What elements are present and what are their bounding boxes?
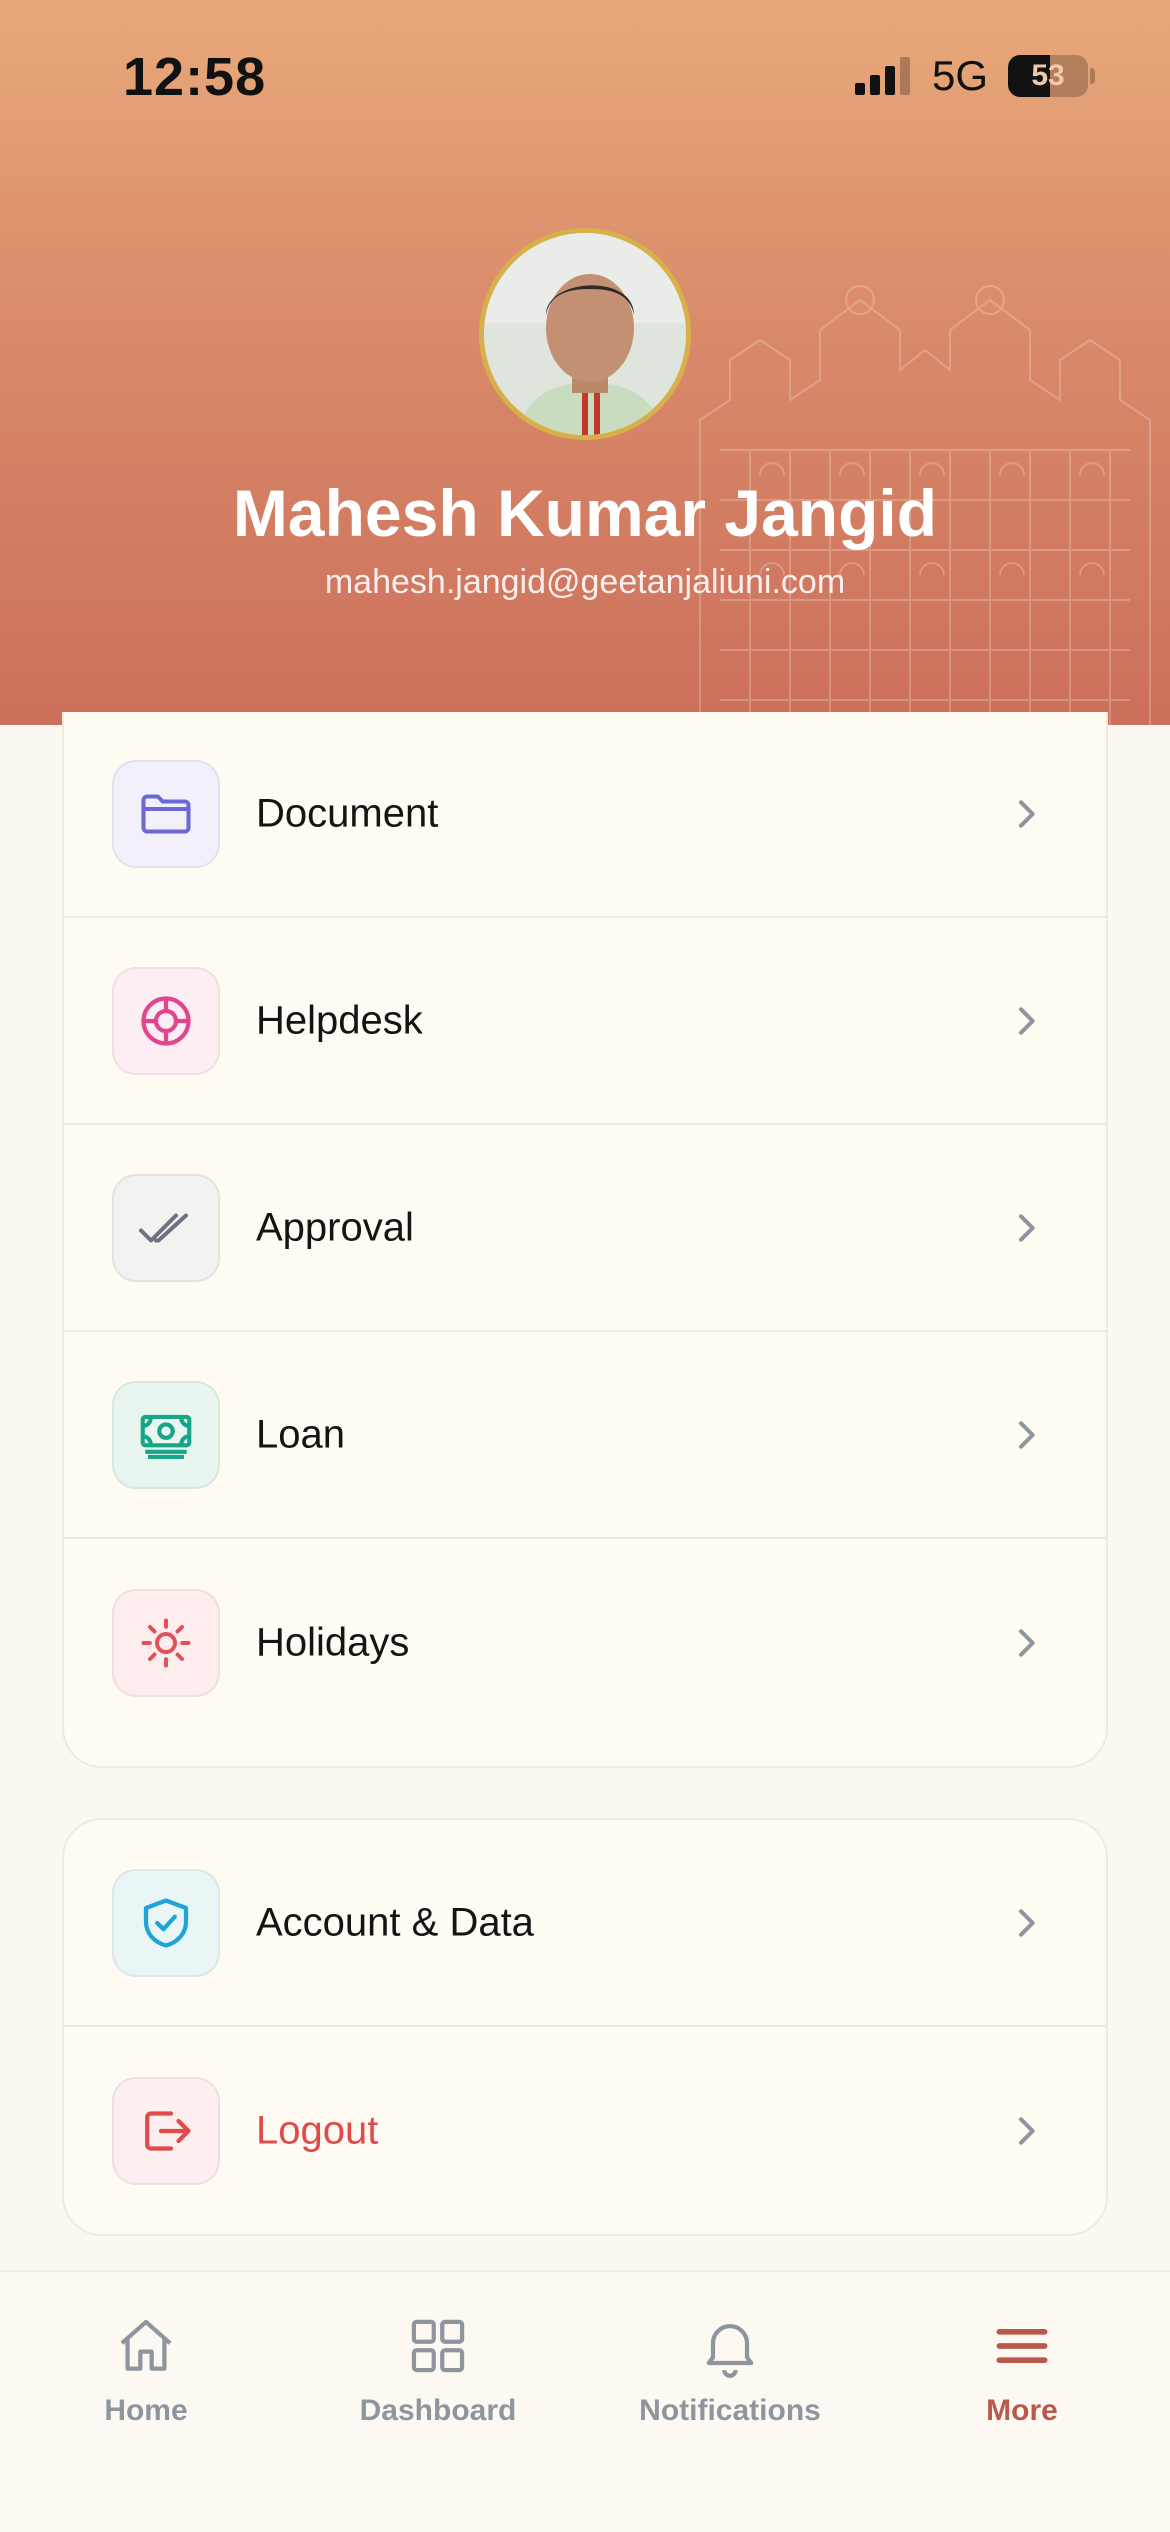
menu-item-logout[interactable]: Logout (64, 2027, 1106, 2234)
cash-icon (112, 1380, 220, 1489)
menu-label: Document (256, 791, 439, 836)
profile-header: 12:58 5G 53 Mahesh Kumar Jangid mahesh.j… (0, 0, 1170, 725)
battery-icon: 53 (1008, 55, 1088, 97)
bell-icon (706, 2324, 754, 2378)
menu-label: Logout (256, 2108, 379, 2152)
menu-label: Helpdesk (256, 998, 423, 1042)
menu-label: Approval (256, 1205, 414, 1249)
tab-home[interactable]: Home (0, 2312, 292, 2452)
avatar[interactable] (479, 228, 691, 440)
tab-label: Notifications (639, 2394, 821, 2427)
chevron-right-icon (1019, 2116, 1035, 2145)
menu-item-holidays[interactable]: Holidays (64, 1539, 1106, 1746)
menu-label: Account & Data (256, 1900, 534, 1944)
tab-label: Dashboard (359, 2394, 517, 2427)
status-bar: 12:58 5G 53 (0, 0, 1170, 150)
profile-name: Mahesh Kumar Jangid (232, 476, 938, 550)
menu-item-approval[interactable]: Approval (64, 1125, 1106, 1332)
folder-icon (112, 760, 220, 868)
tab-more[interactable]: More (876, 2312, 1168, 2452)
chevron-right-icon (1019, 1908, 1035, 1937)
sun-icon (112, 1588, 220, 1697)
tab-dashboard[interactable]: Dashboard (292, 2312, 584, 2452)
tab-notifications[interactable]: Notifications (584, 2312, 876, 2452)
profile-email: mahesh.jangid@geetanjaliuni.com (324, 563, 846, 601)
chevron-right-icon (1019, 1628, 1035, 1657)
menu-card-primary: Document Helpdesk Approval Loan Holidays (62, 712, 1108, 1768)
menu-item-account-data[interactable]: Account & Data (64, 1820, 1106, 2027)
tab-label: Home (104, 2394, 188, 2427)
chevron-right-icon (1019, 1213, 1035, 1242)
menu-icon (996, 2329, 1048, 2363)
menu-item-loan[interactable]: Loan (64, 1332, 1106, 1539)
shield-check-icon (112, 1868, 220, 1977)
bottom-tab-bar: Home Dashboard Notifications More (0, 2270, 1170, 2532)
menu-item-document[interactable]: Document (64, 712, 1106, 918)
chevron-right-icon (1019, 1006, 1035, 1035)
lifebuoy-icon (112, 966, 220, 1075)
menu-label: Loan (256, 1412, 345, 1456)
menu-item-helpdesk[interactable]: Helpdesk (64, 918, 1106, 1125)
chevron-right-icon (1019, 1420, 1035, 1449)
logout-icon (112, 2076, 220, 2185)
battery-level: 53 (1031, 59, 1065, 92)
menu-label: Holidays (256, 1620, 410, 1664)
double-check-icon (112, 1173, 220, 1282)
tab-label: More (986, 2394, 1058, 2427)
menu-card-secondary: Account & Data Logout (62, 1818, 1108, 2236)
dashboard-icon (411, 2319, 465, 2373)
chevron-right-icon (1019, 800, 1035, 828)
home-icon (120, 2319, 172, 2371)
status-time: 12:58 (123, 47, 267, 107)
network-type: 5G (932, 52, 989, 99)
signal-icon (855, 57, 910, 95)
